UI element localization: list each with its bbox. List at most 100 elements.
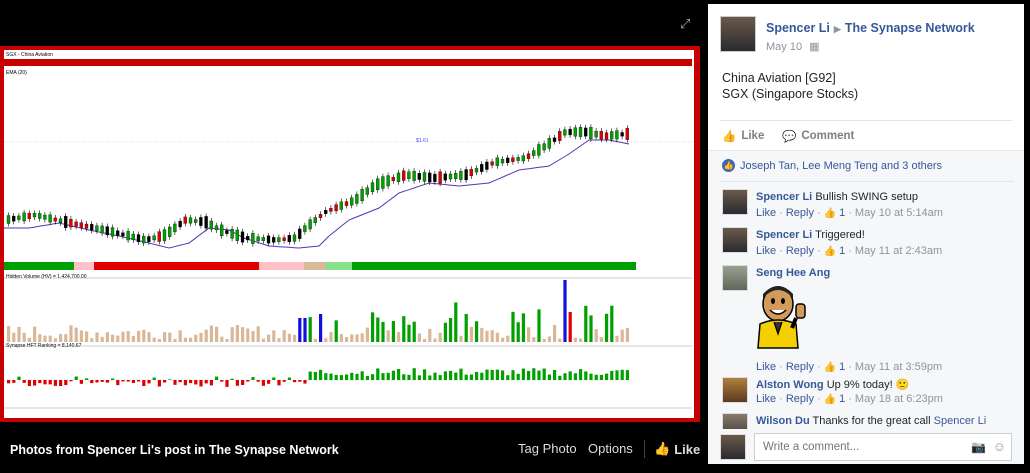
comment-time[interactable]: May 11 at 2:43am [855,245,942,257]
ranking-bar [615,370,619,380]
avatar[interactable] [722,265,748,291]
candle-body [136,234,141,243]
candle-body [204,216,208,229]
candle-body [32,213,37,218]
candle-body [178,220,182,228]
comment-like-link[interactable]: Like [756,393,776,405]
avatar[interactable] [722,413,748,429]
options-button[interactable]: Options [588,441,633,456]
candle-body [417,173,421,180]
avatar[interactable] [722,227,748,253]
candle-body [22,212,26,222]
comment-button[interactable]: 💬 Comment [782,129,854,143]
candle-body [500,158,505,164]
candle-body [251,233,255,244]
ranking-bar [542,368,546,380]
candle-body [422,172,427,182]
volume-bar [241,327,245,342]
candle-body [38,213,42,219]
write-comment-box: 📷 ☺ [720,433,1014,461]
ranking-bar [485,369,489,380]
volume-bar [417,333,421,342]
author-link[interactable]: Spencer Li [766,21,830,35]
comment-author[interactable]: Seng Hee Ang [756,267,830,279]
comment-like-link[interactable]: Like [756,207,776,219]
ranking-bar [599,374,603,380]
ranking-bar [480,372,484,380]
ranking-bar [163,380,167,383]
avatar[interactable] [722,189,748,215]
volume-bar [365,327,369,342]
tag-photo-button[interactable]: Tag Photo [518,441,577,456]
comment-like-link[interactable]: Like [756,245,776,257]
candle-body [74,221,78,227]
comment-time[interactable]: May 11 at 3:59pm [855,361,942,373]
volume-bar [298,318,302,342]
volume-bar [480,327,484,342]
ranking-bar [568,371,572,380]
comment-time[interactable]: May 10 at 5:14am [855,207,943,219]
ranking-bar [298,380,302,382]
comment-reply-link[interactable]: Reply [786,245,814,257]
candle-body [537,144,541,156]
viewer-like-button[interactable]: 👍 Like [654,441,700,457]
candle-body [542,143,546,151]
comment-author[interactable]: Wilson Du [756,415,810,427]
ranking-bar [59,380,63,387]
volume-bar [131,335,135,342]
avatar[interactable] [720,16,756,52]
volume-bar [22,332,26,342]
comment-reply-link[interactable]: Reply [786,207,814,219]
ranking-bar [490,369,494,380]
comment-like-count[interactable]: 1 [839,393,845,405]
ranking-bar [516,373,520,380]
comment-like-link[interactable]: Like [756,361,776,373]
volume-bar [287,333,291,342]
comment-author[interactable]: Spencer Li [756,191,812,203]
ranking-bar [12,380,16,383]
candle-body [438,171,442,184]
comment-reply-link[interactable]: Reply [786,361,814,373]
chart-photo: SGX - China Aviation EMA (20) $1.61 Hidd… [4,50,694,418]
signal-strip-segment [352,262,636,270]
ranking-bar [547,374,551,380]
candle-body [443,173,447,181]
likers-summary[interactable]: 👍 Joseph Tan, Lee Meng Teng and 3 others [722,159,942,172]
smile-icon[interactable]: ☺ [993,439,1006,454]
volume-bar [33,326,37,342]
volume-bar [334,320,338,342]
comment-text: Thanks for the great call [812,415,931,427]
volume-bar [324,338,328,342]
comment-like-count[interactable]: 1 [839,361,845,373]
comment-like-count[interactable]: 1 [839,207,845,219]
volume-bar [59,334,63,342]
ranking-bar [303,380,307,384]
candle-body [188,217,193,224]
comment-time[interactable]: May 18 at 6:23pm [855,393,943,405]
comment-author[interactable]: Alston Wong [756,379,824,391]
chart-photo-frame[interactable]: SGX - China Aviation EMA (20) $1.61 Hidd… [0,46,700,422]
expand-icon[interactable]: ⤢ [680,16,694,31]
volume-bar [215,326,219,342]
candle-body [433,173,437,182]
ranking-bar [90,380,94,384]
candle-body [142,235,146,244]
comment-like-count[interactable]: 1 [839,245,845,257]
comment-author[interactable]: Spencer Li [756,229,812,241]
post-date-text: May 10 [766,41,803,53]
mention-link[interactable]: Spencer Li [934,415,987,427]
chart-geometry [4,59,692,409]
camera-icon[interactable]: 📷 [971,440,986,454]
like-button[interactable]: 👍 Like [722,129,764,143]
volume-bar [48,335,52,342]
volume-bar [17,326,21,342]
ranking-bar [79,380,83,384]
group-link[interactable]: The Synapse Network [845,21,975,35]
ranking-bar [475,371,479,380]
comment-reply-link[interactable]: Reply [786,393,814,405]
avatar[interactable] [722,377,748,403]
ranking-bar [256,380,260,382]
candle-body [27,213,31,219]
sticker-image[interactable] [752,283,812,351]
post-date[interactable]: May 10 ▦ [766,40,820,53]
